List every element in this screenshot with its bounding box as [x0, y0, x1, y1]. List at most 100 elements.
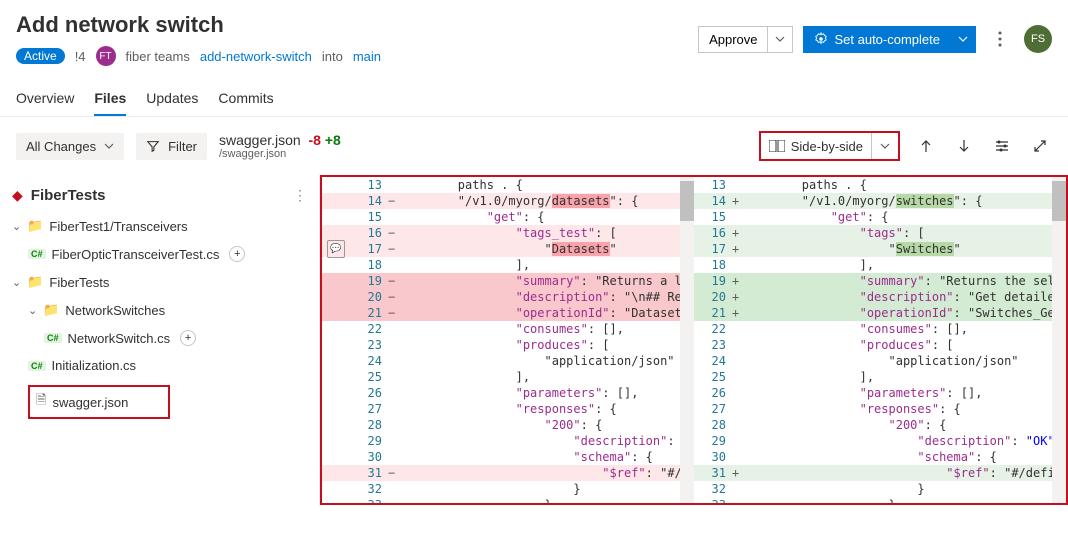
expand-button[interactable]: +: [229, 246, 245, 262]
tree-file[interactable]: C#FiberOpticTransceiverTest.cs+: [0, 240, 319, 268]
diff-line[interactable]: 26 "parameters": [],: [694, 385, 1052, 401]
diff-line[interactable]: 19− "summary": "Returns a list of: [322, 273, 680, 289]
line-number: 21: [694, 305, 732, 321]
tree-file[interactable]: C# Initialization.cs: [0, 352, 319, 379]
diff-line[interactable]: 23 "produces": [: [694, 337, 1052, 353]
line-number: 24: [694, 353, 732, 369]
expand-button[interactable]: +: [180, 330, 196, 346]
diff-line[interactable]: 20− "description": "\n## Required: [322, 289, 680, 305]
diff-line[interactable]: 22 "consumes": [],: [694, 321, 1052, 337]
view-mode-toggle[interactable]: Side-by-side: [759, 131, 900, 161]
more-actions-button[interactable]: [986, 25, 1014, 53]
diff-line[interactable]: 22 "consumes": [],: [322, 321, 680, 337]
tree-file-selected[interactable]: 🗎swagger.json: [0, 379, 319, 425]
diff-line[interactable]: 20+ "description": "Get detailed s: [694, 289, 1052, 305]
diff-line[interactable]: 26 "parameters": [],: [322, 385, 680, 401]
target-branch-link[interactable]: main: [353, 49, 381, 64]
diff-line[interactable]: 14− "/v1.0/myorg/datasets": {: [322, 193, 680, 209]
diff-line[interactable]: 33 }: [322, 497, 680, 503]
diff-line[interactable]: 18 ],: [694, 257, 1052, 273]
diff-line[interactable]: 17+ "Switches": [694, 241, 1052, 257]
diff-line[interactable]: 13 paths . {: [694, 177, 1052, 193]
next-diff-button[interactable]: [952, 134, 976, 158]
comment-icon[interactable]: 💬: [327, 240, 344, 258]
diff-sign: [388, 209, 400, 225]
diff-line[interactable]: 32 }: [322, 481, 680, 497]
diff-line[interactable]: 16+ "tags": [: [694, 225, 1052, 241]
tab-commits[interactable]: Commits: [218, 82, 273, 116]
all-changes-dropdown[interactable]: All Changes: [16, 133, 124, 160]
tab-updates[interactable]: Updates: [146, 82, 198, 116]
tree-label: NetworkSwitch.cs: [68, 331, 171, 346]
autocomplete-dropdown[interactable]: [950, 26, 976, 53]
diff-line[interactable]: 31− "$ref": "#/definit: [322, 465, 680, 481]
diff-line[interactable]: 29 "description": "OK",: [322, 433, 680, 449]
diff-line[interactable]: 28 "200": {: [322, 417, 680, 433]
csharp-icon: C#: [28, 361, 46, 371]
line-number: 20: [694, 289, 732, 305]
diff-line[interactable]: 16− "tags_test": [: [322, 225, 680, 241]
line-number: 31: [694, 465, 732, 481]
diff-line[interactable]: 28 "200": {: [694, 417, 1052, 433]
diff-line[interactable]: 30 "schema": {: [322, 449, 680, 465]
diff-sign: [388, 497, 400, 503]
sliders-icon: [994, 138, 1010, 154]
diff-line[interactable]: 29 "description": "OK",: [694, 433, 1052, 449]
line-number: 31: [350, 465, 388, 481]
filter-icon: [146, 139, 160, 153]
diff-line[interactable]: 14+ "/v1.0/myorg/switches": {: [694, 193, 1052, 209]
tree-file[interactable]: C# NetworkSwitch.cs +: [0, 324, 319, 352]
diff-line[interactable]: 27 "responses": {: [322, 401, 680, 417]
tab-files[interactable]: Files: [94, 82, 126, 116]
diff-line[interactable]: 15 "get": {: [322, 209, 680, 225]
tab-overview[interactable]: Overview: [16, 82, 74, 116]
diff-sign: −: [388, 273, 400, 289]
diff-line[interactable]: 32 }: [694, 481, 1052, 497]
team-avatar: FT: [96, 46, 116, 66]
prev-diff-button[interactable]: [914, 134, 938, 158]
code-content: "get": {: [400, 209, 680, 225]
diff-line[interactable]: 27 "responses": {: [694, 401, 1052, 417]
diff-line[interactable]: 23 "produces": [: [322, 337, 680, 353]
csharp-icon: C#: [44, 333, 62, 343]
settings-button[interactable]: [990, 134, 1014, 158]
set-autocomplete-button[interactable]: Set auto-complete: [803, 26, 950, 53]
diff-line[interactable]: 24 "application/json": [694, 353, 1052, 369]
diff-line[interactable]: 13 paths . {: [322, 177, 680, 193]
diff-sign: +: [732, 225, 744, 241]
approve-dropdown[interactable]: [767, 26, 793, 53]
diff-line[interactable]: 19+ "summary": "Returns the select: [694, 273, 1052, 289]
diff-line[interactable]: 21+ "operationId": "Switches_GetSw: [694, 305, 1052, 321]
vertical-scrollbar[interactable]: [1052, 177, 1066, 503]
diff-line[interactable]: 18 ],: [322, 257, 680, 273]
line-number: 14: [350, 193, 388, 209]
diff-line[interactable]: 30 "schema": {: [694, 449, 1052, 465]
code-content: "description": "Get detailed s: [744, 289, 1052, 305]
sidebar-more-button[interactable]: ⋮: [293, 187, 307, 204]
vertical-scrollbar[interactable]: [680, 177, 694, 503]
tree-folder[interactable]: ⌄📁NetworkSwitches: [0, 296, 319, 324]
filter-button[interactable]: Filter: [136, 133, 207, 160]
fullscreen-button[interactable]: [1028, 134, 1052, 158]
sidebar-project-header[interactable]: ◆ FiberTests ⋮: [0, 181, 319, 210]
diff-line[interactable]: 15 "get": {: [694, 209, 1052, 225]
diff-sign: [732, 337, 744, 353]
diff-line[interactable]: 24 "application/json": [322, 353, 680, 369]
code-content: "$ref": "#/definit: [744, 465, 1052, 481]
tree-label: NetworkSwitches: [65, 303, 165, 318]
diff-line[interactable]: 33 }: [694, 497, 1052, 503]
diff-line[interactable]: 💬17− "Datasets": [322, 241, 680, 257]
diff-sign: −: [388, 465, 400, 481]
diff-line[interactable]: 25 ],: [694, 369, 1052, 385]
diff-line[interactable]: 21− "operationId": "Datasets_GetD: [322, 305, 680, 321]
diff-line[interactable]: 25 ],: [322, 369, 680, 385]
diff-sign: +: [732, 193, 744, 209]
tree-label: Initialization.cs: [52, 358, 137, 373]
tree-folder[interactable]: ⌄📁FiberTests: [0, 268, 319, 296]
tree-folder[interactable]: ⌄📁FiberTest1/Transceivers: [0, 212, 319, 240]
user-avatar[interactable]: FS: [1024, 25, 1052, 53]
source-branch-link[interactable]: add-network-switch: [200, 49, 312, 64]
diff-line[interactable]: 31+ "$ref": "#/definit: [694, 465, 1052, 481]
approve-button[interactable]: Approve: [698, 26, 767, 53]
diff-sign: +: [732, 289, 744, 305]
